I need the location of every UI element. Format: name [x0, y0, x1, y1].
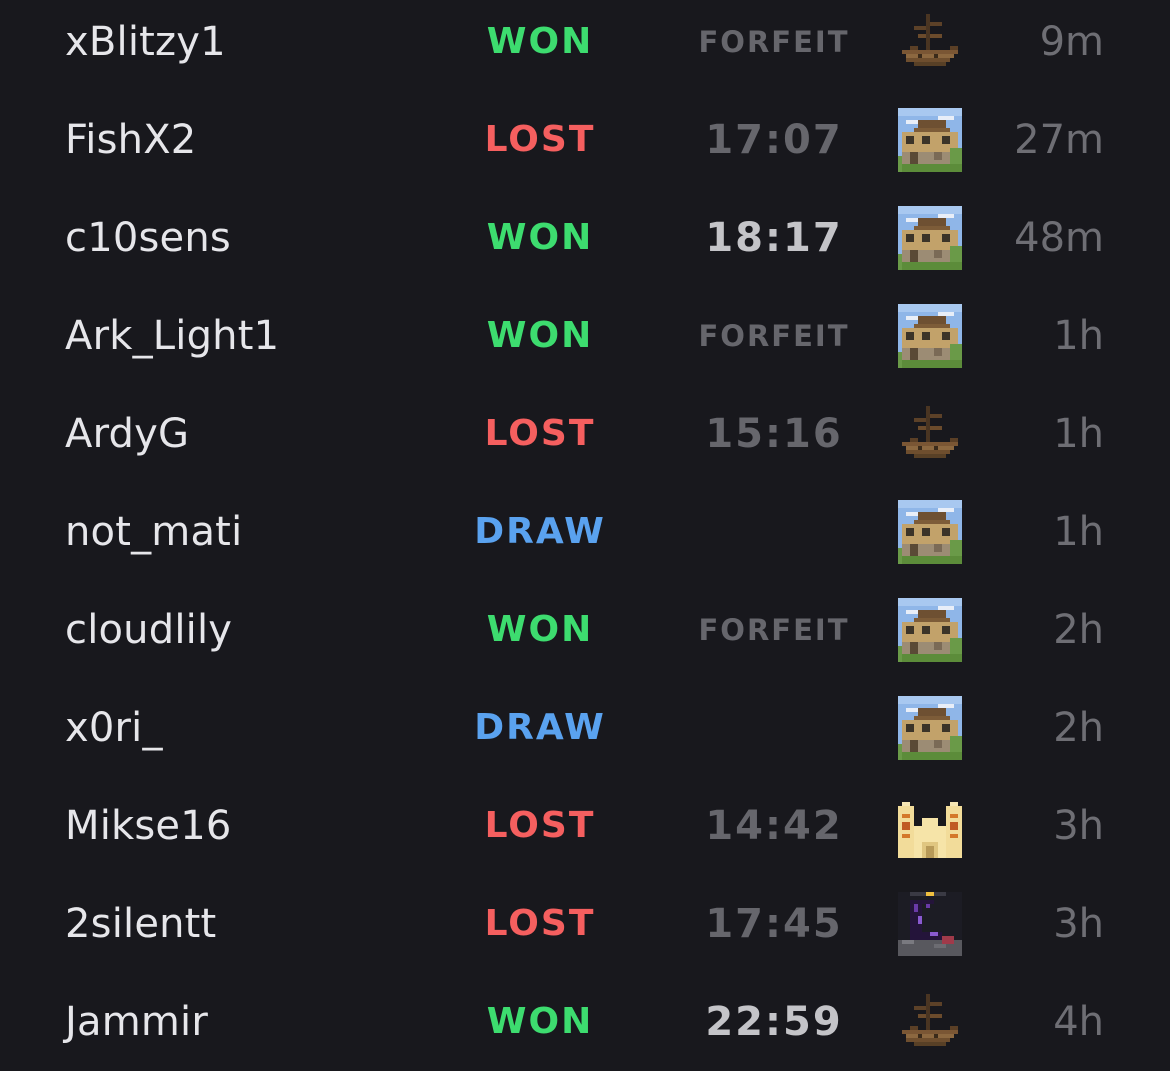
- match-row[interactable]: x0ri_ DRAW 2h: [0, 679, 1170, 777]
- time-ago: 1h: [1053, 313, 1104, 359]
- match-duration: FORFEIT: [698, 25, 850, 59]
- match-row[interactable]: ArdyG LOST 15:16 1h: [0, 385, 1170, 483]
- match-duration: 17:07: [705, 117, 843, 163]
- time-ago: 2h: [1053, 705, 1104, 751]
- village-icon: [898, 598, 962, 662]
- shipwreck-icon: [898, 990, 962, 1054]
- match-result-badge: DRAW: [474, 707, 606, 748]
- desert-temple-icon: [898, 794, 962, 858]
- village-icon: [898, 696, 962, 760]
- match-duration: 15:16: [705, 411, 843, 457]
- village-icon: [898, 304, 962, 368]
- village-icon: [898, 206, 962, 270]
- match-result-badge: WON: [486, 1001, 594, 1042]
- time-ago: 48m: [1014, 215, 1104, 261]
- match-result-badge: LOST: [484, 903, 596, 944]
- time-ago: 3h: [1053, 901, 1104, 947]
- time-ago: 1h: [1053, 509, 1104, 555]
- opponent-name: Mikse16: [65, 803, 232, 849]
- match-result-badge: WON: [486, 21, 594, 62]
- match-row[interactable]: Jammir WON 22:59 4h: [0, 973, 1170, 1071]
- match-duration: 22:59: [705, 999, 843, 1045]
- match-result-badge: WON: [486, 315, 594, 356]
- village-icon: [898, 108, 962, 172]
- time-ago: 27m: [1014, 117, 1104, 163]
- match-result-badge: WON: [486, 609, 594, 650]
- time-ago: 1h: [1053, 411, 1104, 457]
- shipwreck-icon: [898, 402, 962, 466]
- match-result-badge: LOST: [484, 805, 596, 846]
- match-row[interactable]: c10sens WON 18:17 48m: [0, 189, 1170, 287]
- match-result-badge: LOST: [484, 119, 596, 160]
- opponent-name: Ark_Light1: [65, 313, 280, 359]
- match-row[interactable]: not_mati DRAW 1h: [0, 483, 1170, 581]
- match-result-badge: DRAW: [474, 511, 606, 552]
- match-duration: [674, 483, 874, 581]
- match-duration: FORFEIT: [698, 613, 850, 647]
- match-history-list: xBlitzy1 WON FORFEIT 9m FishX2 LOST 17:07 27m…: [0, 0, 1170, 1071]
- match-result-badge: WON: [486, 217, 594, 258]
- time-ago: 4h: [1053, 999, 1104, 1045]
- village-icon: [898, 500, 962, 564]
- ruined-portal-icon: [898, 892, 962, 956]
- opponent-name: cloudlily: [65, 607, 233, 653]
- match-duration: [674, 679, 874, 777]
- opponent-name: xBlitzy1: [65, 19, 226, 65]
- match-row[interactable]: xBlitzy1 WON FORFEIT 9m: [0, 0, 1170, 91]
- opponent-name: 2silentt: [65, 901, 217, 947]
- match-row[interactable]: 2silentt LOST 17:45 3h: [0, 875, 1170, 973]
- match-row[interactable]: cloudlily WON FORFEIT 2h: [0, 581, 1170, 679]
- match-duration: 14:42: [705, 803, 843, 849]
- time-ago: 9m: [1039, 19, 1104, 65]
- match-row[interactable]: Mikse16 LOST 14:42 3h: [0, 777, 1170, 875]
- opponent-name: FishX2: [65, 117, 197, 163]
- match-duration: FORFEIT: [698, 319, 850, 353]
- opponent-name: c10sens: [65, 215, 231, 261]
- opponent-name: x0ri_: [65, 705, 163, 751]
- opponent-name: ArdyG: [65, 411, 190, 457]
- match-row[interactable]: Ark_Light1 WON FORFEIT 1h: [0, 287, 1170, 385]
- match-duration: 17:45: [705, 901, 843, 947]
- opponent-name: Jammir: [65, 999, 208, 1045]
- opponent-name: not_mati: [65, 509, 243, 555]
- match-row[interactable]: FishX2 LOST 17:07 27m: [0, 91, 1170, 189]
- time-ago: 2h: [1053, 607, 1104, 653]
- shipwreck-icon: [898, 10, 962, 74]
- match-duration: 18:17: [705, 215, 843, 261]
- match-result-badge: LOST: [484, 413, 596, 454]
- time-ago: 3h: [1053, 803, 1104, 849]
